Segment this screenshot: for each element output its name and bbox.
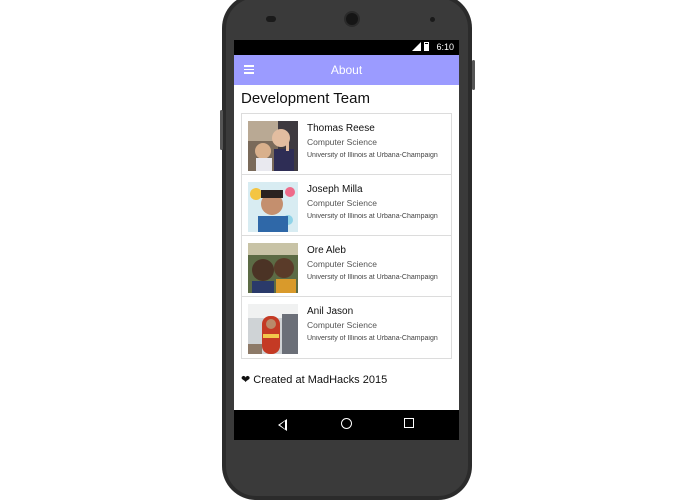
power-button <box>472 60 475 90</box>
front-camera <box>346 13 358 25</box>
about-content: Development Team Thomas Reese Computer S… <box>234 85 459 410</box>
speaker-grille <box>266 16 276 22</box>
avatar <box>248 243 298 293</box>
battery-icon <box>424 42 429 51</box>
team-member-card[interactable]: Ore Aleb Computer Science University of … <box>242 236 451 297</box>
status-time: 6:10 <box>436 42 454 52</box>
app-screen: 6:10 About Development Team Thomas Reese… <box>234 40 459 440</box>
member-name: Joseph Milla <box>307 184 363 195</box>
member-name: Ore Aleb <box>307 245 346 256</box>
home-icon[interactable] <box>341 418 352 429</box>
team-member-card[interactable]: Thomas Reese Computer Science University… <box>242 114 451 175</box>
proximity-sensor <box>430 17 435 22</box>
created-at-note: ❤ Created at MadHacks 2015 <box>241 373 387 386</box>
signal-icon <box>412 42 421 51</box>
avatar <box>248 182 298 232</box>
status-bar: 6:10 <box>234 40 459 55</box>
status-icons <box>412 42 429 51</box>
app-bar: About <box>234 55 459 85</box>
member-department: Computer Science <box>307 259 377 269</box>
member-name: Anil Jason <box>307 306 354 317</box>
heart-icon: ❤ <box>241 374 251 386</box>
member-department: Computer Science <box>307 320 377 330</box>
member-department: Computer Science <box>307 137 377 147</box>
avatar <box>248 304 298 354</box>
back-icon[interactable] <box>278 419 287 431</box>
member-school: University of Illinois at Urbana-Champai… <box>307 335 438 342</box>
section-title: Development Team <box>241 90 370 107</box>
member-department: Computer Science <box>307 198 377 208</box>
navigation-bar <box>234 410 459 440</box>
page-title: About <box>330 63 363 77</box>
volume-button <box>220 110 223 150</box>
team-member-card[interactable]: Joseph Milla Computer Science University… <box>242 175 451 236</box>
member-name: Thomas Reese <box>307 123 375 134</box>
recent-apps-icon[interactable] <box>404 418 414 428</box>
team-list: Thomas Reese Computer Science University… <box>241 113 452 359</box>
team-member-card[interactable]: Anil Jason Computer Science University o… <box>242 297 451 358</box>
member-school: University of Illinois at Urbana-Champai… <box>307 152 438 159</box>
created-at-text: Created at MadHacks 2015 <box>253 374 388 386</box>
avatar <box>248 121 298 171</box>
member-school: University of Illinois at Urbana-Champai… <box>307 213 438 220</box>
member-school: University of Illinois at Urbana-Champai… <box>307 274 438 281</box>
